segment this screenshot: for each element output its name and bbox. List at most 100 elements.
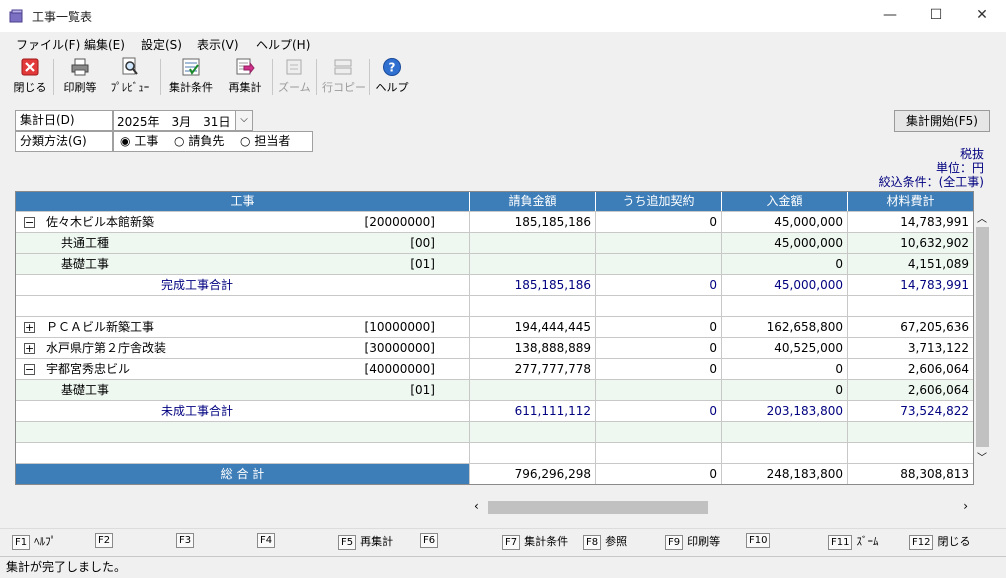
expand-icon[interactable]: + [24, 343, 35, 354]
column-header-material-cost[interactable]: 材料費計 [848, 192, 973, 211]
fkey-label: F8 [583, 535, 602, 550]
menu-file[interactable]: ファイル(F) [16, 36, 80, 53]
column-header-received[interactable]: 入金額 [722, 192, 848, 211]
conditions-button[interactable]: 集計条件 [165, 57, 217, 97]
project-cell [16, 443, 470, 463]
vertical-scroll-thumb[interactable] [976, 227, 989, 447]
project-cell [16, 422, 470, 442]
column-header-additional-contract[interactable]: うち追加契約 [596, 192, 722, 211]
svg-text:?: ? [389, 61, 396, 75]
collapse-icon[interactable]: − [24, 217, 35, 228]
help-button[interactable]: ? ヘルプ [375, 57, 409, 97]
fkey-f4[interactable]: F4 [257, 533, 279, 548]
contract-amount-cell [470, 380, 596, 400]
radio-person-in-charge[interactable]: ○ 担当者 [240, 132, 290, 151]
row-copy-button[interactable]: 行コピー [322, 57, 366, 97]
grand-total-label: 総 合 計 [16, 464, 470, 484]
close-button[interactable]: 閉じる [12, 57, 48, 97]
fkey-f2[interactable]: F2 [95, 533, 117, 548]
fkey-label: F12 [909, 535, 934, 550]
radio-contractor[interactable]: ○ 請負先 [174, 132, 224, 151]
table-row[interactable] [16, 421, 973, 442]
radio-construction[interactable]: ◉ 工事 [120, 132, 158, 151]
table-row[interactable] [16, 442, 973, 463]
menu-edit[interactable]: 編集(E) [84, 36, 125, 53]
minimize-button[interactable]: — [867, 0, 913, 32]
menu-help[interactable]: ヘルプ(H) [256, 36, 310, 53]
toolbar-separator [160, 59, 161, 95]
additional-contract-cell: 0 [596, 212, 722, 232]
preview-button[interactable]: ﾌﾟﾚﾋﾞｭｰ [104, 57, 156, 97]
maximize-button[interactable]: ☐ [913, 0, 959, 32]
expand-icon[interactable]: + [24, 322, 35, 333]
project-code: [20000000] [364, 215, 435, 229]
received-amount-cell: 0 [722, 254, 848, 274]
fkey-f6[interactable]: F6 [420, 533, 442, 548]
material-cost-cell [848, 443, 973, 463]
contract-amount-cell: 277,777,778 [470, 359, 596, 379]
fkey-f1[interactable]: F1 ﾍﾙﾌﾟ [12, 533, 56, 550]
menu-settings[interactable]: 設定(S) [141, 36, 182, 53]
material-cost-cell: 10,632,902 [900, 236, 969, 250]
classification-label: 分類方法(G) [15, 131, 113, 152]
fkey-f3[interactable]: F3 [176, 533, 198, 548]
project-code: [40000000] [364, 362, 435, 376]
start-aggregation-button[interactable]: 集計開始(F5) [894, 110, 990, 132]
column-header-project[interactable]: 工事 [16, 192, 470, 211]
contract-amount-cell [470, 443, 596, 463]
fkey-label: F7 [502, 535, 521, 550]
fkey-f7[interactable]: F7 集計条件 [502, 533, 568, 550]
project-code: [01] [410, 383, 435, 397]
fkey-f10[interactable]: F10 [746, 533, 774, 548]
table-row[interactable]: + ＰＣＡビル新築工事 [10000000] 194,444,445 0 162,658,… [16, 316, 973, 337]
horizontal-scroll-thumb[interactable] [488, 501, 708, 514]
project-name: 基礎工事 [61, 257, 110, 271]
received-amount-cell: 45,000,000 [722, 275, 848, 295]
subtotal-row[interactable]: 未成工事合計 611,111,112 0 203,183,800 73,524,822 [16, 400, 973, 421]
close-window-button[interactable]: ✕ [959, 0, 1005, 32]
table-row[interactable]: − 宇都宮秀忠ビル [40000000] 277,777,778 0 0 2,606,064 [16, 358, 973, 379]
title-bar[interactable]: 工事一覧表 — ☐ ✕ [0, 0, 1006, 32]
horizontal-scrollbar[interactable]: ‹ › [470, 499, 974, 516]
received-amount-cell: 0 [722, 380, 848, 400]
project-cell: 基礎工事 [01] [16, 380, 470, 400]
fkey-f9[interactable]: F9 印刷等 [665, 533, 720, 550]
fkey-f12[interactable]: F12 閉じる [909, 533, 970, 550]
grand-total-received: 248,183,800 [722, 464, 848, 484]
table-row[interactable]: 共通工種 [00] 45,000,000 10,632,902 [16, 232, 973, 253]
scroll-left-icon[interactable]: ‹ [474, 499, 479, 513]
scroll-up-icon[interactable]: ︿ [977, 210, 987, 225]
zoom-button[interactable]: ズーム [278, 57, 311, 97]
toolbar: 閉じる 印刷等 ﾌﾟﾚﾋﾞｭｰ 集計条件 再集計 ズーム 行コピー ? ヘルプ [0, 55, 1006, 99]
project-name: ＰＣＡビル新築工事 [46, 320, 155, 334]
fkey-f5[interactable]: F5 再集計 [338, 533, 393, 550]
window-title: 工事一覧表 [32, 10, 93, 24]
collapse-icon[interactable]: − [24, 364, 35, 375]
vertical-scrollbar[interactable]: ︿ ﹀ [974, 210, 991, 464]
table-row[interactable]: + 水戸県庁第２庁舎改装 [30000000] 138,888,889 0 40,525,… [16, 337, 973, 358]
recalc-button[interactable]: 再集計 [224, 57, 266, 97]
table-row[interactable]: 基礎工事 [01] 0 4,151,089 [16, 253, 973, 274]
table-row[interactable] [16, 295, 973, 316]
subtotal-row[interactable]: 完成工事合計 185,185,186 0 45,000,000 14,783,991 [16, 274, 973, 295]
scroll-down-icon[interactable]: ﹀ [977, 449, 987, 464]
close-icon [21, 58, 39, 76]
toolbar-separator [369, 59, 370, 95]
fkey-f11[interactable]: F11 ｽﾞｰﾑ [828, 533, 878, 550]
additional-contract-cell: 0 [596, 317, 722, 337]
material-cost-cell: 14,783,991 [900, 278, 969, 292]
chevron-down-icon[interactable]: ⌵ [235, 111, 252, 130]
print-button[interactable]: 印刷等 [60, 57, 100, 97]
project-cell: 共通工種 [00] [16, 233, 470, 253]
column-header-contract-amount[interactable]: 請負金額 [470, 192, 596, 211]
date-picker[interactable]: 2025年 3月 31日 ⌵ [113, 110, 253, 131]
menu-view[interactable]: 表示(V) [197, 36, 239, 53]
table-row[interactable]: − 佐々木ビル本館新築 [20000000] 185,185,186 0 45,000,0… [16, 211, 973, 232]
scroll-right-icon[interactable]: › [963, 499, 968, 513]
fkey-action: ｽﾞｰﾑ [856, 535, 879, 548]
table-row[interactable]: 基礎工事 [01] 0 2,606,064 [16, 379, 973, 400]
fkey-label: F1 [12, 535, 31, 550]
material-cost-cell: 14,783,991 [900, 215, 969, 229]
additional-contract-cell: 0 [596, 338, 722, 358]
fkey-f8[interactable]: F8 参照 [583, 533, 627, 550]
